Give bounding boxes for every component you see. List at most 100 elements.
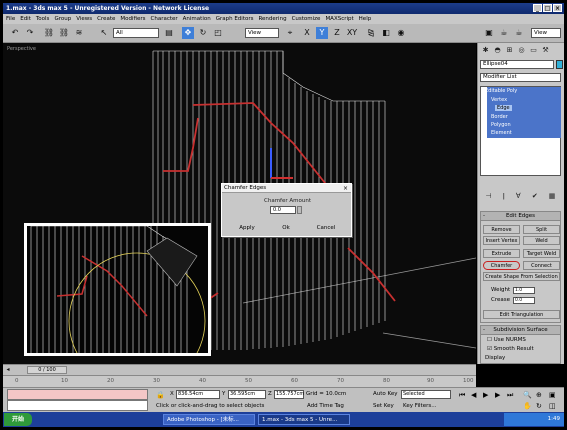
reference-coord-select[interactable]: View <box>245 28 279 38</box>
remove-modifier-icon[interactable]: ✔ <box>532 192 538 204</box>
task-3dsmax[interactable]: 1.max - 3ds max 5 - Unre... <box>258 414 350 425</box>
zoom-all-icon[interactable]: ⊕ <box>536 391 542 399</box>
split-button[interactable]: Split <box>523 225 560 234</box>
edit-edges-header[interactable]: - Edit Edges <box>481 212 560 221</box>
utilities-tab-icon[interactable]: ⚒ <box>540 45 551 56</box>
motion-tab-icon[interactable]: ◎ <box>516 45 527 56</box>
dialog-close-icon[interactable]: × <box>342 185 349 192</box>
lock-selection-icon[interactable]: 🔒 <box>156 391 165 399</box>
menu-create[interactable]: Create <box>97 14 115 24</box>
insert-vertex-button[interactable]: Insert Vertex <box>483 236 520 245</box>
connect-button[interactable]: Connect <box>523 261 560 270</box>
chamfer-amount-input[interactable]: 0.0 <box>270 206 296 214</box>
redo-icon[interactable]: ↷ <box>24 27 36 39</box>
modifier-list-select[interactable]: Modifier List <box>480 73 561 82</box>
select-move-icon[interactable]: ✥ <box>182 27 194 39</box>
axis-z-button[interactable]: Z <box>331 27 343 39</box>
menu-tools[interactable]: Tools <box>36 14 50 24</box>
ok-button[interactable]: Ok <box>276 222 296 234</box>
pan-icon[interactable]: ✋ <box>523 402 532 410</box>
menu-edit[interactable]: Edit <box>20 14 31 24</box>
make-unique-icon[interactable]: ∀ <box>516 192 521 204</box>
play-icon[interactable]: ▶ <box>483 391 488 399</box>
chamfer-amount-spinner[interactable] <box>297 206 302 214</box>
time-slider-thumb[interactable]: 0 / 100 <box>27 366 67 374</box>
display-tab-icon[interactable]: ▭ <box>528 45 539 56</box>
time-slider[interactable]: ◂ 0 / 100 <box>3 364 476 375</box>
next-key-icon[interactable]: ▶ <box>495 391 500 399</box>
named-selection-select[interactable]: View <box>531 28 561 38</box>
weight-input[interactable]: 1.0 <box>513 287 535 294</box>
menu-help[interactable]: Help <box>359 14 372 24</box>
menu-modifiers[interactable]: Modifiers <box>120 14 145 24</box>
stack-item-polygon[interactable]: Polygon <box>491 122 511 128</box>
add-time-tag[interactable]: Add Time Tag <box>307 403 344 409</box>
target-weld-button[interactable]: Target Weld <box>523 249 560 258</box>
apply-button[interactable]: Apply <box>232 222 262 234</box>
arc-rotate-icon[interactable]: ↻ <box>536 402 542 410</box>
menu-rendering[interactable]: Rendering <box>258 14 286 24</box>
x-coordinate-field[interactable]: 836.54cm <box>176 390 220 399</box>
track-bar[interactable]: 0 10 20 30 40 50 60 70 80 90 100 <box>3 375 476 387</box>
configure-sets-icon[interactable]: ▦ <box>549 192 556 204</box>
stack-item-element[interactable]: Element <box>491 130 512 136</box>
auto-key-button[interactable]: Auto Key <box>373 391 398 397</box>
menu-file[interactable]: File <box>6 14 15 24</box>
subdivision-surface-header[interactable]: - Subdivision Surface <box>481 326 560 335</box>
zoom-extents-icon[interactable]: ▣ <box>549 391 556 399</box>
goto-start-icon[interactable]: ⏮ <box>459 391 465 400</box>
smooth-result-checkbox[interactable]: ☑ Smooth Result <box>487 346 534 352</box>
crease-input[interactable]: 0.0 <box>513 297 535 304</box>
key-mode-select[interactable]: Selected <box>401 390 451 399</box>
chamfer-button[interactable]: Chamfer <box>483 261 520 270</box>
task-photoshop[interactable]: Adobe Photoshop - [未标... <box>163 414 255 425</box>
y-coordinate-field[interactable]: 36.595cm <box>228 390 266 399</box>
object-color-swatch[interactable] <box>556 60 563 69</box>
axis-xy-button[interactable]: XY <box>346 27 358 39</box>
menu-customize[interactable]: Customize <box>292 14 321 24</box>
z-coordinate-field[interactable]: 155.757cm <box>274 390 304 399</box>
menu-maxscript[interactable]: MAXScript <box>325 14 353 24</box>
create-shape-button[interactable]: Create Shape From Selection <box>483 272 560 281</box>
use-nurms-checkbox[interactable]: ☐ Use NURMS <box>487 337 526 343</box>
undo-icon[interactable]: ↶ <box>9 27 21 39</box>
prev-key-icon[interactable]: ◀ <box>471 391 476 399</box>
quick-render-icon[interactable]: ☕ <box>498 27 510 39</box>
edit-triangulation-button[interactable]: Edit Triangulation <box>483 310 560 319</box>
unlink-icon[interactable]: ⛓ <box>58 27 70 39</box>
maxscript-listener[interactable] <box>7 389 148 400</box>
selection-filter-select[interactable]: All <box>113 28 159 38</box>
menu-character[interactable]: Character <box>151 14 178 24</box>
menu-views[interactable]: Views <box>76 14 92 24</box>
maximize-viewport-icon[interactable]: ◫ <box>549 402 556 410</box>
cancel-button[interactable]: Cancel <box>310 222 342 234</box>
menu-group[interactable]: Group <box>54 14 71 24</box>
hierarchy-tab-icon[interactable]: ⊞ <box>504 45 515 56</box>
select-object-icon[interactable]: ↖ <box>98 27 110 39</box>
minimize-button[interactable]: _ <box>533 4 542 12</box>
material-editor-icon[interactable]: ◉ <box>395 27 407 39</box>
stack-item-edge[interactable]: Edge <box>495 105 512 111</box>
bind-spacewarp-icon[interactable]: ≋ <box>73 27 85 39</box>
zoom-icon[interactable]: 🔍 <box>523 391 532 399</box>
mirror-icon[interactable]: ⧎ <box>365 27 377 39</box>
link-icon[interactable]: ⛓ <box>43 27 55 39</box>
pivot-center-icon[interactable]: ⌖ <box>284 27 296 39</box>
menu-animation[interactable]: Animation <box>183 14 211 24</box>
weld-button[interactable]: Weld <box>523 236 560 245</box>
stack-item-border[interactable]: Border <box>491 114 508 120</box>
prev-frame-icon[interactable]: ◂ <box>4 365 12 375</box>
stack-item-vertex[interactable]: Vertex <box>491 97 507 103</box>
select-by-name-icon[interactable]: ▤ <box>163 27 175 39</box>
align-icon[interactable]: ◧ <box>380 27 392 39</box>
select-rotate-icon[interactable]: ↻ <box>197 27 209 39</box>
remove-button[interactable]: Remove <box>483 225 520 234</box>
menu-graph-editors[interactable]: Graph Editors <box>216 14 254 24</box>
close-button[interactable]: × <box>553 4 562 12</box>
stack-item-editable-poly[interactable]: Editable Poly <box>485 88 517 94</box>
axis-x-button[interactable]: X <box>301 27 313 39</box>
set-key-button[interactable]: Set Key <box>373 403 394 409</box>
maxscript-input[interactable] <box>7 400 148 411</box>
extrude-button[interactable]: Extrude <box>483 249 520 258</box>
goto-end-icon[interactable]: ⏭ <box>507 391 513 400</box>
